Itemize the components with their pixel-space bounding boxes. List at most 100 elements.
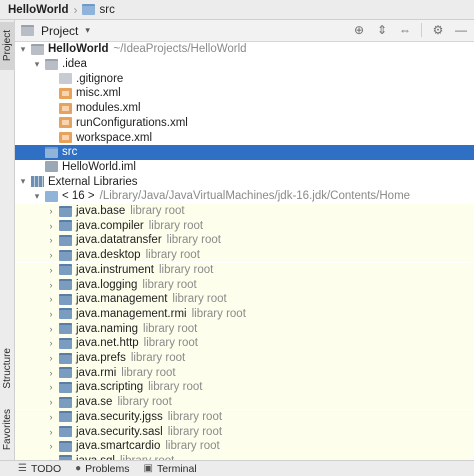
tree-row-module[interactable]: › java.compiler library root (15, 218, 474, 234)
tree-row-module[interactable]: › java.security.sasl library root (15, 424, 474, 439)
xml-file-icon (59, 132, 72, 144)
module-jar-icon (59, 440, 72, 452)
idea-folder-name: .idea (62, 58, 87, 71)
tree-row-gitignore[interactable]: .gitignore (15, 71, 474, 86)
module-jar-icon (59, 264, 72, 276)
expand-all-icon[interactable]: ⇕ (375, 23, 389, 37)
module-jar-icon (59, 293, 72, 305)
chevron-right-icon[interactable]: › (46, 235, 56, 245)
chevron-right-icon[interactable]: › (46, 206, 56, 216)
module-jar-icon (59, 323, 72, 335)
xml-file-icon (59, 117, 72, 129)
tree-row-module[interactable]: › java.management.rmi library root (15, 306, 474, 322)
tree-row-jdk[interactable]: ▾ < 16 > /Library/Java/JavaVirtualMachin… (15, 189, 474, 204)
tree-row-workspace[interactable]: workspace.xml (15, 130, 474, 145)
tree-row-module[interactable]: › java.scripting library root (15, 380, 474, 395)
tree-row-module[interactable]: › java.desktop library root (15, 247, 474, 263)
tree-row-root[interactable]: ▾ HelloWorld ~/IdeaProjects/HelloWorld (15, 42, 474, 57)
tree-row-modules[interactable]: modules.xml (15, 101, 474, 116)
tree-row-runconfigs[interactable]: runConfigurations.xml (15, 116, 474, 131)
tree-row-module[interactable]: › java.smartcardio library root (15, 438, 474, 454)
library-root-hint: library root (143, 337, 198, 350)
terminal-tab[interactable]: ▣ Terminal (144, 463, 197, 475)
tab-favorites[interactable]: Favorites (0, 402, 15, 458)
chevron-down-icon[interactable]: ▾ (32, 59, 42, 70)
chevron-right-icon[interactable]: › (46, 265, 56, 275)
module-jar-icon (59, 381, 72, 393)
module-name: java.smartcardio (76, 440, 161, 453)
collapse-all-icon[interactable]: ⇔ (398, 23, 412, 37)
tree-row-module[interactable]: › java.rmi library root (15, 365, 474, 381)
chevron-down-icon[interactable]: ▾ (32, 191, 42, 202)
tree-row-module[interactable]: › java.net.http library root (15, 336, 474, 351)
chevron-right-icon[interactable]: › (46, 294, 56, 304)
chevron-right-icon[interactable]: › (46, 412, 56, 422)
breadcrumb-src-label: src (99, 3, 115, 16)
chevron-right-icon[interactable]: › (46, 309, 56, 319)
locate-icon[interactable]: ⊕ (352, 23, 366, 37)
module-jar-icon (59, 308, 72, 320)
library-root-hint: library root (148, 219, 204, 232)
breadcrumb-src[interactable]: src (82, 3, 115, 16)
left-tool-strip: Project Structure Favorites (0, 20, 15, 460)
project-panel-title: Project (41, 23, 79, 38)
chevron-down-icon[interactable]: ▾ (18, 44, 28, 55)
jdk-folder-icon (45, 190, 58, 202)
chevron-right-icon[interactable]: › (46, 338, 56, 348)
file-name: workspace.xml (76, 131, 153, 144)
tree-row-module[interactable]: › java.instrument library root (15, 262, 474, 278)
module-jar-icon (59, 234, 72, 246)
module-jar-icon (59, 411, 72, 423)
tree-row-module[interactable]: › java.se library root (15, 394, 474, 410)
chevron-right-icon[interactable]: › (46, 353, 56, 363)
chevron-down-icon[interactable]: ▾ (18, 176, 28, 187)
root-path: ~/IdeaProjects/HelloWorld (113, 43, 247, 56)
gitignore-file-icon (59, 73, 72, 85)
tree-row-misc[interactable]: misc.xml (15, 86, 474, 101)
tree-row-iml[interactable]: HelloWorld.iml (15, 160, 474, 175)
library-root-hint: library root (117, 396, 172, 409)
problems-tab[interactable]: ● Problems (75, 463, 129, 475)
tab-structure[interactable]: Structure (0, 338, 15, 398)
tree-row-module[interactable]: › java.management library root (15, 291, 474, 307)
chevron-right-icon[interactable]: › (46, 221, 56, 231)
chevron-right-icon[interactable]: › (46, 324, 56, 334)
chevron-right-icon[interactable]: › (46, 397, 56, 407)
breadcrumb-project[interactable]: HelloWorld (8, 4, 68, 16)
project-view-selector[interactable]: Project ▾ (21, 24, 90, 38)
file-name: .gitignore (76, 72, 124, 85)
project-icon (21, 25, 34, 36)
tree-row-module[interactable]: › java.datatransfer library root (15, 233, 474, 248)
chevron-right-icon[interactable]: › (46, 280, 56, 290)
iml-file-icon (45, 161, 58, 173)
tab-project[interactable]: Project (0, 22, 15, 70)
chevron-right-icon[interactable]: › (46, 382, 56, 392)
project-panel-toolbar: ⊕ ⇕ ⇔ ⚙ — (352, 23, 468, 37)
bottom-tool-bar: ☰ TODO ● Problems ▣ Terminal (0, 460, 474, 476)
tree-row-module[interactable]: › java.naming library root (15, 321, 474, 336)
chevron-right-icon[interactable]: › (46, 368, 56, 378)
gear-icon[interactable]: ⚙ (431, 23, 445, 37)
folder-icon (45, 58, 58, 70)
tree-row-idea[interactable]: ▾ .idea (15, 57, 474, 72)
tree-row-src[interactable]: src (15, 144, 474, 160)
tree-row-module[interactable]: › java.logging library root (15, 277, 474, 292)
tree-row-external-libraries[interactable]: ▾ External Libraries (15, 174, 474, 189)
module-name: java.instrument (76, 263, 154, 276)
library-root-hint: library root (166, 234, 221, 247)
module-jar-icon (59, 249, 72, 261)
library-icon (31, 176, 44, 188)
tree-row-module[interactable]: › java.prefs library root (15, 350, 474, 366)
jdk-name: < 16 > (62, 190, 95, 203)
hide-icon[interactable]: — (454, 23, 468, 37)
root-name: HelloWorld (48, 43, 109, 56)
todo-tab[interactable]: ☰ TODO (18, 463, 61, 475)
chevron-right-icon[interactable]: › (46, 427, 56, 437)
library-root-hint: library root (167, 410, 223, 423)
chevron-right-icon[interactable]: › (46, 441, 56, 451)
tree-row-module[interactable]: › java.security.jgss library root (15, 409, 474, 425)
chevron-right-icon[interactable]: › (46, 250, 56, 260)
file-name: HelloWorld.iml (62, 160, 136, 173)
tree-row-module[interactable]: › java.base library root (15, 203, 474, 219)
project-tree[interactable]: ▾ HelloWorld ~/IdeaProjects/HelloWorld ▾… (15, 42, 474, 460)
